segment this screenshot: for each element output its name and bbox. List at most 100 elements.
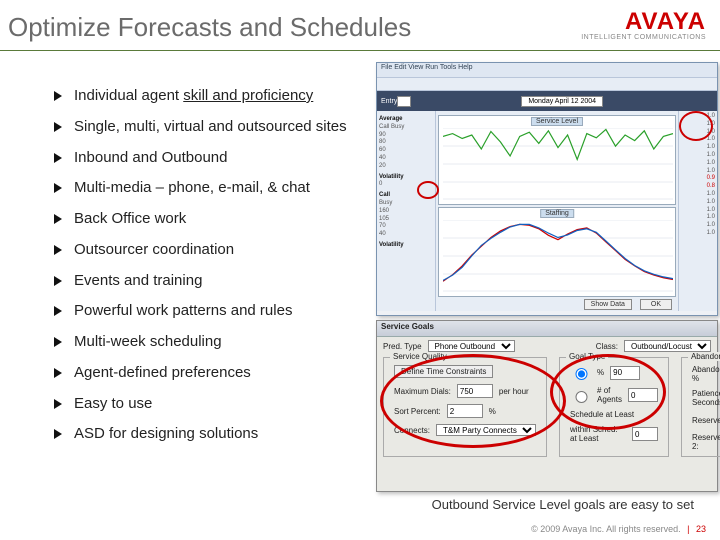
list-item: ASD for designing solutions: [54, 425, 404, 444]
entry-dropdown[interactable]: [397, 96, 411, 107]
entry-label: Entry: [381, 98, 397, 105]
weight-value: 1.0: [681, 207, 715, 215]
abandon-pct-label: Abandon %: [692, 365, 720, 383]
title-divider: [0, 50, 720, 51]
highlight-circle-icon: [417, 181, 439, 199]
date-field[interactable]: Monday April 12 2004: [521, 96, 603, 107]
side-value: 20: [379, 163, 386, 169]
side-value: 160: [379, 208, 389, 214]
side-value: 90: [379, 132, 386, 138]
list-item: Agent-defined preferences: [54, 364, 404, 383]
group-label: Service Quality: [390, 352, 450, 361]
patience-label: Patience Seconds: [692, 389, 720, 407]
weight-value: 1.0: [681, 168, 715, 176]
list-item: Events and training: [54, 272, 404, 291]
connects-select[interactable]: T&M Party Connects: [436, 424, 536, 436]
dialog-title: Service Goals: [377, 321, 717, 337]
menubar[interactable]: File Edit View Run Tools Help: [377, 63, 717, 78]
ok-button[interactable]: OK: [640, 299, 672, 310]
slide-footer: © 2009 Avaya Inc. All rights reserved. |…: [531, 524, 706, 534]
weight-value: 1.0: [681, 160, 715, 168]
emphasis: skill and proficiency: [183, 87, 313, 104]
sched-least-input[interactable]: [632, 427, 658, 441]
goal-percent-label: %: [597, 368, 604, 377]
slide-title: Optimize Forecasts and Schedules: [8, 12, 411, 43]
copyright-text: © 2009 Avaya Inc. All rights reserved.: [531, 524, 681, 534]
chart-area: Service Level Staffing: [436, 111, 678, 311]
show-data-button[interactable]: Show Data: [584, 299, 632, 310]
side-value: 70: [379, 223, 386, 229]
side-value: Busy: [391, 124, 404, 130]
separator-icon: |: [687, 524, 689, 534]
group-label: Abandonment: [688, 352, 720, 361]
page-number: 23: [696, 524, 706, 534]
side-value: Busy: [379, 200, 392, 206]
define-time-button[interactable]: Define Time Constraints: [394, 365, 493, 378]
chart-title: Service Level: [531, 117, 583, 126]
goal-agents-radio[interactable]: [575, 391, 588, 403]
forecast-app-window: File Edit View Run Tools Help Entry Mond…: [376, 62, 718, 316]
stats-sidebar: Average Call Busy 90 80 60 40 20 Volatil…: [377, 111, 436, 311]
sort-percent-label: Sort Percent:: [394, 407, 441, 416]
list-item: Back Office work: [54, 210, 404, 229]
list-item: Inbound and Outbound: [54, 149, 404, 168]
side-value: 40: [379, 231, 386, 237]
max-dials-label: Maximum Dials:: [394, 387, 451, 396]
bullet-text: Individual agent skill and proficiency: [74, 87, 313, 104]
line-chart-svg: [443, 128, 673, 200]
unit-label: per hour: [499, 387, 529, 396]
toolbar[interactable]: [377, 78, 717, 91]
weight-value: 1.0: [681, 230, 715, 238]
weight-value: 1.0: [681, 214, 715, 222]
staffing-chart: Staffing: [438, 207, 676, 297]
class-select[interactable]: Outbound/Locust: [624, 340, 711, 352]
connects-label: Connects:: [394, 426, 430, 435]
side-value: 80: [379, 139, 386, 145]
side-value: 40: [379, 155, 386, 161]
goal-percent-radio[interactable]: [575, 368, 588, 380]
list-item: Outsourcer coordination: [54, 241, 404, 260]
feature-bullet-list: Individual agent skill and proficiency S…: [14, 87, 404, 456]
goal-agents-input[interactable]: [628, 388, 658, 402]
sched-within-label: within Sched. at Least: [570, 425, 626, 443]
goal-agents-label: # of Agents: [597, 386, 622, 404]
weight-value: 1.0: [681, 191, 715, 199]
side-heading: Volatility: [379, 242, 433, 250]
chart-title: Staffing: [540, 209, 574, 218]
unit-label: %: [489, 407, 496, 416]
list-item: Individual agent skill and proficiency: [54, 87, 404, 106]
side-value: Call: [379, 124, 389, 130]
logo-text: AVAYA: [625, 8, 706, 35]
logo-wordmark: AVAYA: [581, 8, 706, 36]
context-bar: Entry Monday April 12 2004: [377, 91, 717, 111]
group-label: Goal Type: [566, 352, 608, 361]
weights-sidebar: 1.0 1.0 1.0 1.0 1.0 1.0 1.0 1.0 0.9 0.8 …: [678, 111, 717, 311]
service-level-chart: Service Level: [438, 115, 676, 205]
weight-value: 0.9: [681, 175, 715, 183]
sched-least-label: Schedule at Least: [570, 410, 634, 419]
weight-value: 0.8: [681, 183, 715, 191]
highlight-circle-icon: [679, 111, 713, 141]
side-value: 60: [379, 147, 386, 153]
sort-percent-input[interactable]: [447, 404, 483, 418]
weight-value: 1.0: [681, 222, 715, 230]
list-item: Single, multi, virtual and outsourced si…: [54, 118, 404, 137]
slide-caption: Outbound Service Level goals are easy to…: [432, 497, 694, 512]
pred-type-select[interactable]: Phone Outbound: [428, 340, 515, 352]
line-chart-svg: [443, 220, 673, 292]
list-item: Powerful work patterns and rules: [54, 302, 404, 321]
side-value: 105: [379, 216, 389, 222]
service-goals-dialog: Service Goals Pred. Type Phone Outbound …: [376, 320, 718, 492]
max-dials-input[interactable]: [457, 384, 493, 398]
reserve2-label: Reserve 2:: [692, 433, 720, 451]
side-heading: Average: [379, 116, 433, 124]
goal-percent-input[interactable]: [610, 366, 640, 380]
side-value: 0: [379, 181, 382, 187]
brand-logo: AVAYA INTELLIGENT COMMUNICATIONS: [581, 8, 706, 41]
logo-tagline: INTELLIGENT COMMUNICATIONS: [581, 34, 706, 41]
weight-value: 1.0: [681, 199, 715, 207]
weight-value: 1.0: [681, 152, 715, 160]
pred-type-label: Pred. Type: [383, 342, 422, 351]
list-item: Easy to use: [54, 395, 404, 414]
class-label: Class:: [596, 342, 618, 351]
